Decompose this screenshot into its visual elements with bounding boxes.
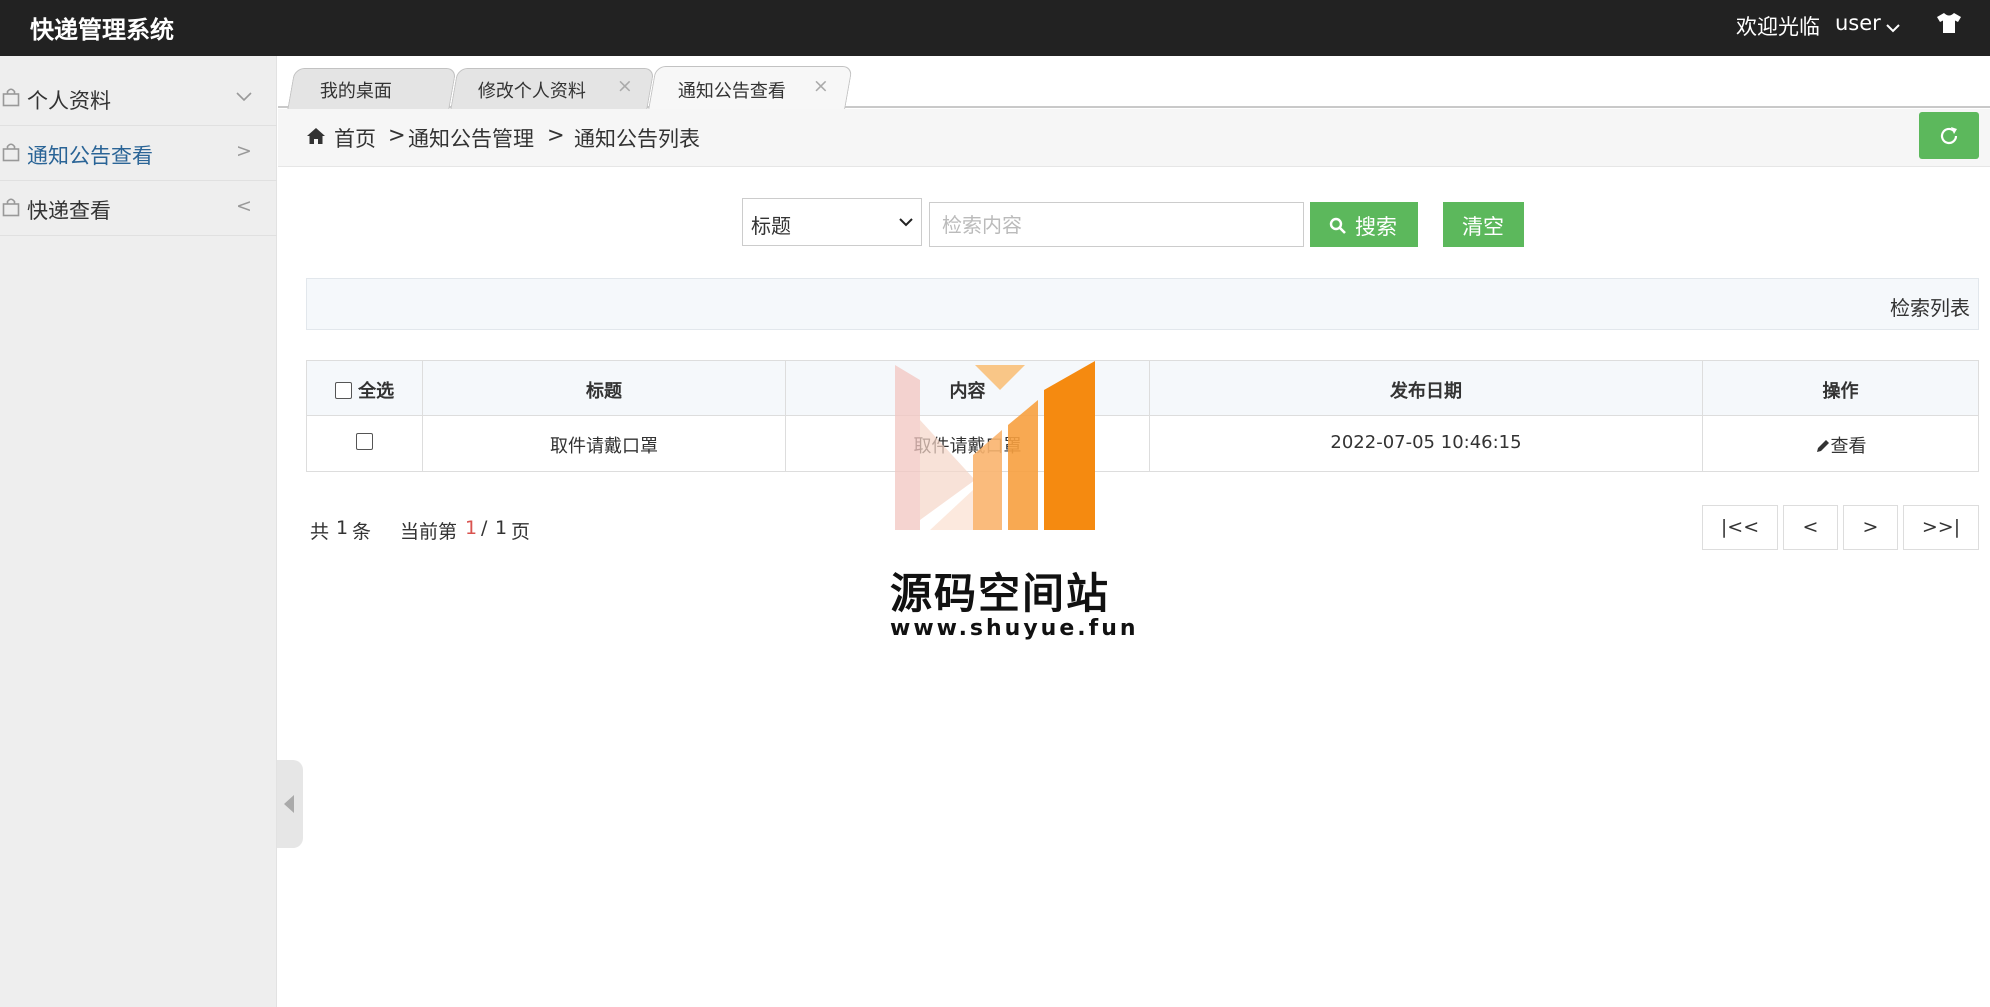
search-button[interactable]: 搜索 xyxy=(1310,202,1418,247)
bag-icon xyxy=(2,142,20,166)
select-value: 标题 xyxy=(751,214,791,238)
search-button-label: 搜索 xyxy=(1355,215,1397,239)
cell-content: 取件请戴口罩 xyxy=(786,416,1150,472)
watermark-name: 源码空间站 xyxy=(890,569,1111,618)
watermark-url: www.shuyue.fun xyxy=(890,616,1139,641)
sidebar-item-label: 个人资料 xyxy=(27,89,111,113)
tab-notice-view[interactable]: 通知公告查看 × xyxy=(648,66,853,109)
panel-title: 检索列表 xyxy=(1890,296,1970,320)
tab-label: 修改个人资料 xyxy=(477,81,586,102)
caret-left-icon xyxy=(284,795,294,813)
tab-edit-profile[interactable]: 修改个人资料 × xyxy=(450,68,655,109)
sidebar-item-label: 快递查看 xyxy=(27,199,111,223)
notice-table: 全选 标题 内容 发布日期 操作 取件请戴口罩 取件请戴口罩 2022-07-0… xyxy=(306,360,1979,472)
row-select-cell[interactable] xyxy=(306,416,423,472)
pencil-icon xyxy=(1816,440,1829,452)
breadcrumb-home[interactable]: 首页 xyxy=(334,123,376,153)
cell-date: 2022-07-05 10:46:15 xyxy=(1150,416,1703,472)
user-menu[interactable]: user xyxy=(1835,11,1881,35)
chevron-down-icon[interactable] xyxy=(1885,18,1901,37)
app-title: 快递管理系统 xyxy=(30,16,174,44)
total-suffix: 条 xyxy=(352,521,372,543)
tab-label: 我的桌面 xyxy=(319,81,392,102)
current-prefix: 当前第 xyxy=(400,521,458,543)
clear-button-label: 清空 xyxy=(1462,215,1504,239)
chevron-down-icon xyxy=(236,85,252,107)
sidebar: 个人资料 通知公告查看 > 快递查看 < xyxy=(0,56,277,1007)
cell-action: 查看 xyxy=(1703,416,1979,472)
bag-icon xyxy=(2,197,20,221)
select-all-checkbox[interactable] xyxy=(334,382,352,399)
tab-bar: 我的桌面 修改个人资料 × 通知公告查看 × xyxy=(278,56,1990,109)
last-page-button[interactable]: >>| xyxy=(1903,505,1979,550)
sidebar-item-notices[interactable]: 通知公告查看 > xyxy=(0,126,277,181)
view-link[interactable]: 查看 xyxy=(1815,436,1867,457)
refresh-button[interactable] xyxy=(1919,112,1979,159)
clear-button[interactable]: 清空 xyxy=(1443,202,1524,247)
pages-suffix: 页 xyxy=(511,521,531,543)
sidebar-arrow: < xyxy=(236,195,252,217)
search-icon xyxy=(1329,217,1346,234)
bag-icon xyxy=(2,87,20,111)
sidebar-collapse-handle[interactable] xyxy=(277,760,303,848)
current-page: 1 xyxy=(465,517,478,539)
results-panel-heading: 检索列表 xyxy=(306,278,1979,330)
search-field-select[interactable]: 标题 xyxy=(742,198,922,246)
select-all-header[interactable]: 全选 xyxy=(306,360,423,416)
top-bar: 快递管理系统 欢迎光临 user xyxy=(0,0,1990,56)
breadcrumb-notice-management[interactable]: 通知公告管理 xyxy=(408,123,534,153)
column-header-content: 内容 xyxy=(786,360,1150,416)
first-page-button[interactable]: |<< xyxy=(1702,505,1778,550)
sidebar-arrow: > xyxy=(236,140,252,162)
column-header-title: 标题 xyxy=(423,360,786,416)
page-slash: / xyxy=(481,517,488,539)
breadcrumb: 首页 > 通知公告管理 > 通知公告列表 xyxy=(278,109,1990,167)
sidebar-item-express[interactable]: 快递查看 < xyxy=(0,181,277,236)
row-checkbox[interactable] xyxy=(356,433,373,450)
chevron-down-icon xyxy=(899,218,913,227)
sidebar-item-profile[interactable]: 个人资料 xyxy=(0,71,277,126)
prev-page-button[interactable]: < xyxy=(1783,505,1838,550)
breadcrumb-separator: > xyxy=(388,123,406,147)
home-icon xyxy=(306,126,326,150)
view-link-label: 查看 xyxy=(1830,436,1867,457)
breadcrumb-notice-list: 通知公告列表 xyxy=(574,127,700,151)
welcome-text: 欢迎光临 xyxy=(1736,15,1820,39)
theme-shirt-icon[interactable] xyxy=(1936,12,1962,38)
close-icon[interactable]: × xyxy=(617,75,633,97)
column-header-date: 发布日期 xyxy=(1150,360,1703,416)
breadcrumb-separator: > xyxy=(547,123,565,147)
select-all-label: 全选 xyxy=(358,381,395,402)
refresh-icon xyxy=(1940,127,1958,145)
cell-title: 取件请戴口罩 xyxy=(423,416,786,472)
search-input[interactable] xyxy=(929,202,1304,247)
next-page-button[interactable]: > xyxy=(1843,505,1898,550)
tab-label: 通知公告查看 xyxy=(677,81,786,102)
tab-desktop[interactable]: 我的桌面 xyxy=(287,68,457,109)
sidebar-item-label: 通知公告查看 xyxy=(27,144,153,168)
total-pages: 1 xyxy=(495,517,508,539)
total-count: 1 xyxy=(336,517,349,539)
column-header-action: 操作 xyxy=(1703,360,1979,416)
total-prefix: 共 xyxy=(310,521,330,543)
close-icon[interactable]: × xyxy=(813,75,829,97)
